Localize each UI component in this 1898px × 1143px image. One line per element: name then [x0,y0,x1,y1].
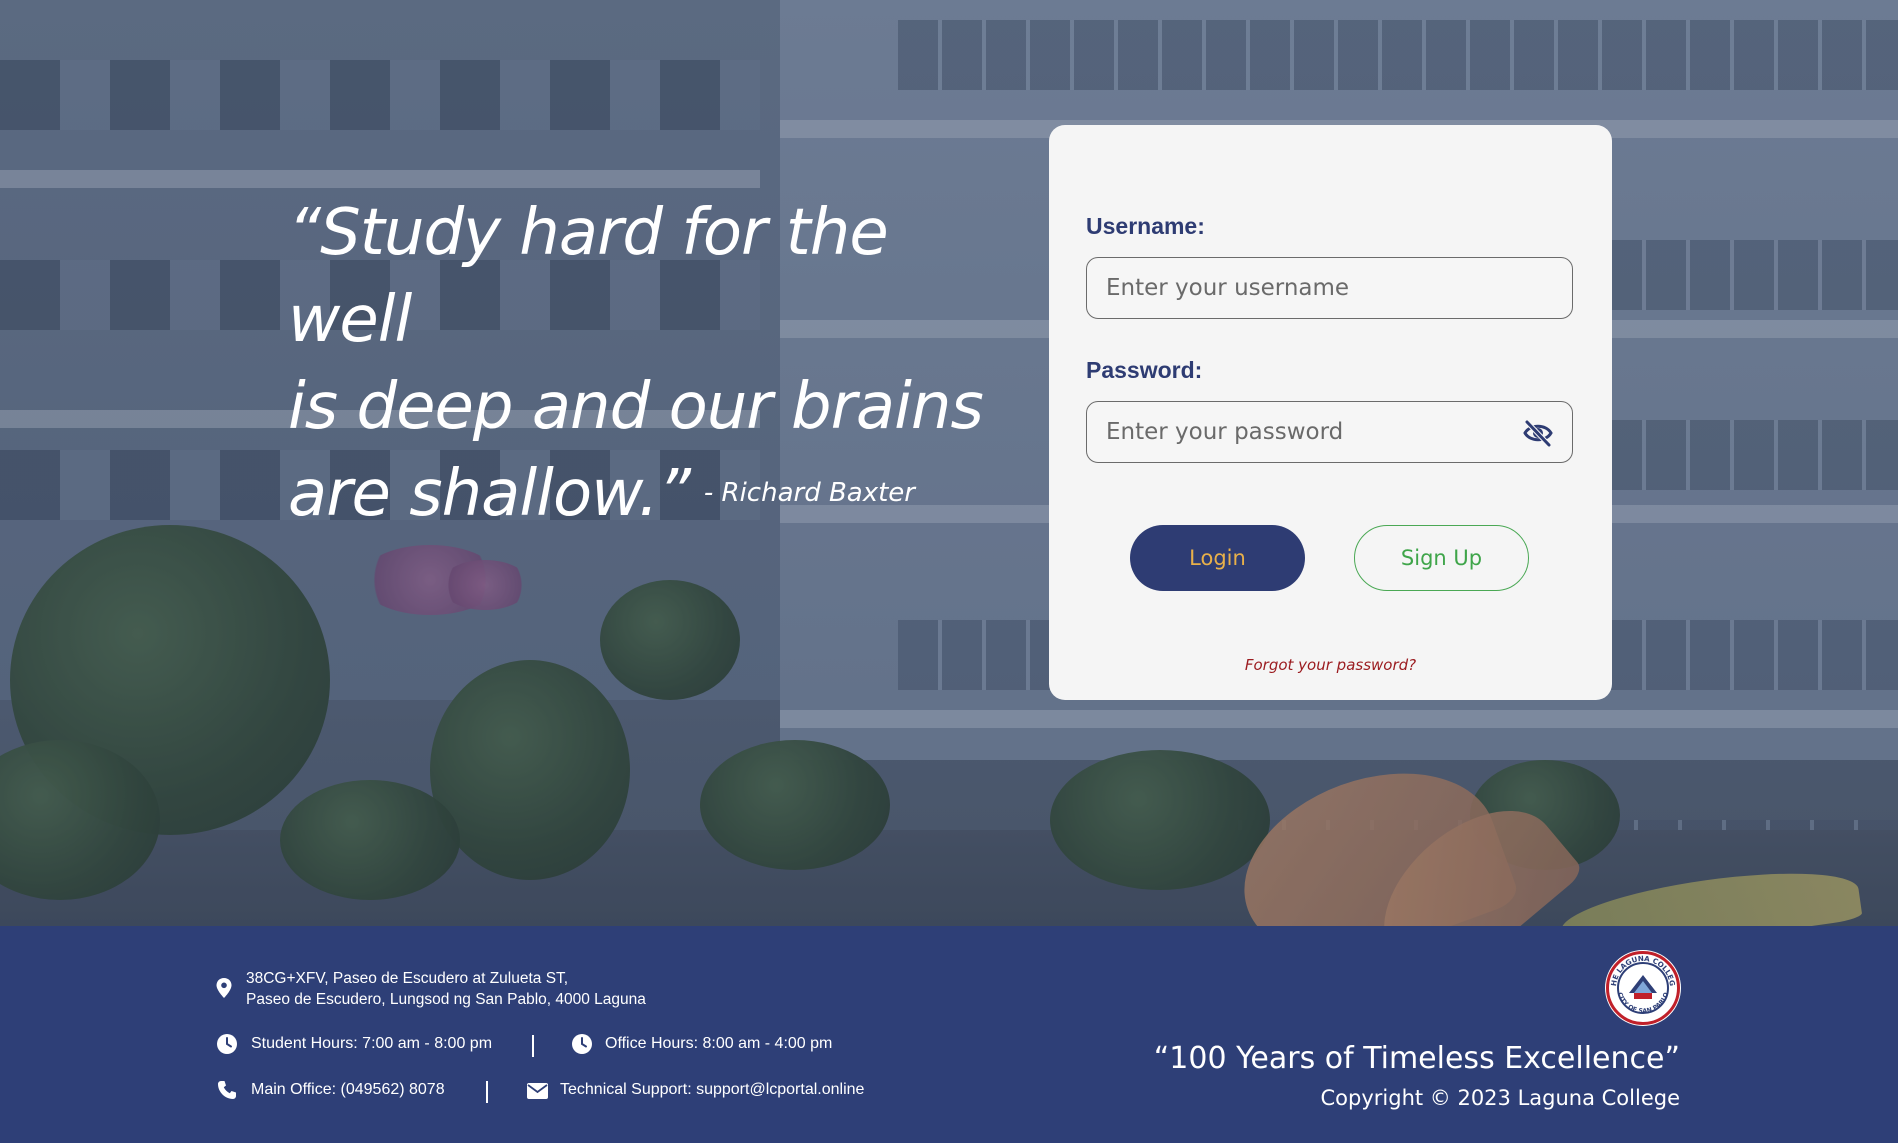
office-hours: Office Hours: 8:00 am - 4:00 pm [605,1035,833,1052]
username-label: Username: [1086,213,1205,239]
quote-line: is deep and our brains [288,370,984,444]
envelope-icon [527,1083,548,1099]
address: 38CG+XFV, Paseo de Escudero at Zulueta S… [246,968,646,1010]
login-card: Username: Password: Login Sign Up Forgot… [1049,125,1612,700]
username-field-wrapper [1086,257,1573,319]
footer: 38CG+XFV, Paseo de Escudero at Zulueta S… [0,926,1898,1143]
signup-button[interactable]: Sign Up [1354,525,1529,591]
phone-icon [218,1081,236,1099]
college-seal-logo: THE LAGUNA COLLEGE CITY OF SAN PABLO [1604,949,1681,1026]
forgot-password-link[interactable]: Forgot your password? [1049,656,1612,674]
address-line-2: Paseo de Escudero, Lungsod ng San Pablo,… [246,991,646,1008]
password-input[interactable] [1106,419,1553,445]
location-pin-icon [216,978,232,998]
main-office: Main Office: (049562) 8078 [251,1081,445,1098]
footer-separator [486,1081,488,1103]
address-line-1: 38CG+XFV, Paseo de Escudero at Zulueta S… [246,970,569,987]
quote-line: “Study hard for the well [288,196,889,357]
password-label: Password: [1086,357,1203,383]
username-input[interactable] [1106,275,1553,301]
copyright: Copyright © 2023 Laguna College [1320,1086,1681,1110]
tagline: “100 Years of Timeless Excellence” [1153,1041,1680,1076]
tech-support[interactable]: Technical Support: support@lcportal.onli… [560,1081,864,1099]
student-hours: Student Hours: 7:00 am - 8:00 pm [251,1035,493,1052]
tech-support-text[interactable]: Technical Support: support@lcportal.onli… [560,1081,864,1099]
login-button[interactable]: Login [1130,525,1305,591]
footer-separator [532,1035,534,1057]
clock-icon [572,1034,592,1054]
clock-icon [217,1034,237,1054]
eye-slash-icon[interactable] [1522,418,1554,448]
quote-author: - Richard Baxter [703,478,915,508]
password-field-wrapper [1086,401,1573,463]
